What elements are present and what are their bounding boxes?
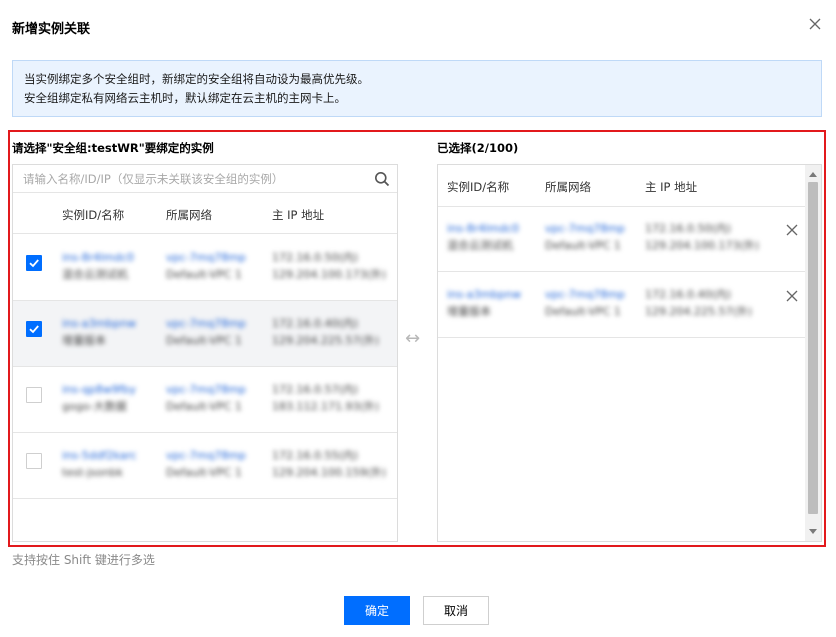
vpc-id[interactable]: vpc-7mq78mp [166, 449, 246, 463]
column-header-network: 所属网络 [545, 180, 591, 194]
multi-select-hint: 支持按住 Shift 键进行多选 [12, 553, 155, 567]
checkmark-icon [29, 259, 39, 268]
ip-private: 172.16.0.57(内) [272, 383, 359, 396]
ip-public: 183.112.171.93(外) [272, 400, 380, 413]
instance-id[interactable]: ins-8r4lmdc0 [62, 251, 134, 265]
scrollbar-thumb[interactable] [808, 182, 818, 514]
right-table-header: 实例ID/名称 所属网络 主 IP 地址 [438, 165, 821, 207]
instance-name: 混合云测试机 [447, 239, 513, 252]
column-header-ip: 主 IP 地址 [272, 208, 325, 222]
info-notice: 当实例绑定多个安全组时，新绑定的安全组将自动设为最高优先级。 安全组绑定私有网络… [12, 60, 822, 117]
row-checkbox[interactable] [26, 321, 42, 337]
row-checkbox[interactable] [26, 453, 42, 469]
scroll-up-icon[interactable] [809, 172, 817, 177]
selected-row: ins-8r4lmdc0 混合云测试机 vpc-7mq78mp Default-… [438, 206, 805, 272]
right-panel-title: 已选择(2/100) [437, 141, 519, 155]
column-header-id: 实例ID/名称 [62, 208, 125, 222]
ip-private: 172.16.0.40(内) [645, 288, 732, 301]
vpc-name: Default-VPC 1 [166, 334, 242, 347]
vpc-name: Default-VPC 1 [545, 239, 621, 252]
instance-source-panel: 实例ID/名称 所属网络 主 IP 地址 ins-8r4lmdc0 混合云测试机… [12, 164, 398, 542]
notice-line-2: 安全组绑定私有网络云主机时，默认绑定在云主机的主网卡上。 [24, 91, 346, 105]
vpc-name: Default-VPC 1 [545, 305, 621, 318]
vpc-id[interactable]: vpc-7mq78mp [545, 222, 625, 236]
instance-name: 混合云测试机 [62, 268, 128, 281]
instance-name: 增量版本 [447, 305, 491, 318]
table-row[interactable]: ins-a3mbpnw 增量版本 vpc-7mq78mp Default-VPC… [13, 301, 397, 367]
search-icon[interactable] [374, 171, 390, 187]
search-box [13, 165, 397, 193]
ip-public: 129.204.225.57(外) [645, 305, 753, 318]
vpc-id[interactable]: vpc-7mq78mp [545, 288, 625, 302]
ip-private: 172.16.0.50(内) [272, 251, 359, 264]
vpc-id[interactable]: vpc-7mq78mp [166, 251, 246, 265]
instance-id[interactable]: ins-a3mbpnw [62, 317, 136, 331]
scroll-down-icon[interactable] [809, 529, 817, 534]
vpc-name: Default-VPC 1 [166, 466, 242, 479]
scrollbar[interactable] [805, 165, 821, 541]
selected-row: ins-a3mbpnw 增量版本 vpc-7mq78mp Default-VPC… [438, 272, 805, 338]
table-row[interactable]: ins-qp8w9fby gogo-大数据 vpc-7mq78mp Defaul… [13, 367, 397, 433]
instance-id[interactable]: ins-qp8w9fby [62, 383, 136, 397]
ip-public: 129.204.100.173(外) [645, 239, 760, 252]
ip-public: 129.204.100.159(外) [272, 466, 387, 479]
remove-icon[interactable] [785, 289, 799, 303]
cancel-button[interactable]: 取消 [423, 596, 489, 625]
row-checkbox[interactable] [26, 255, 42, 271]
column-header-id: 实例ID/名称 [447, 180, 510, 194]
column-header-ip: 主 IP 地址 [645, 180, 698, 194]
vpc-id[interactable]: vpc-7mq78mp [166, 317, 246, 331]
instance-selected-panel: 实例ID/名称 所属网络 主 IP 地址 ins-8r4lmdc0 混合云测试机… [437, 164, 822, 542]
vpc-name: Default-VPC 1 [166, 400, 242, 413]
remove-icon[interactable] [785, 223, 799, 237]
instance-id[interactable]: ins-5ddf2karc [62, 449, 137, 463]
instance-name: gogo-大数据 [62, 400, 127, 413]
vpc-id[interactable]: vpc-7mq78mp [166, 383, 246, 397]
table-row[interactable]: ins-8r4lmdc0 混合云测试机 vpc-7mq78mp Default-… [13, 235, 397, 301]
left-table-header: 实例ID/名称 所属网络 主 IP 地址 [13, 193, 397, 234]
dialog-title: 新增实例关联 [12, 22, 91, 37]
instance-name: 增量版本 [62, 334, 106, 347]
ip-private: 172.16.0.40(内) [272, 317, 359, 330]
row-checkbox[interactable] [26, 387, 42, 403]
instance-id[interactable]: ins-a3mbpnw [447, 288, 521, 302]
left-panel-title: 请选择"安全组:testWR"要绑定的实例 [12, 141, 214, 155]
ip-public: 129.204.100.173(外) [272, 268, 387, 281]
vpc-name: Default-VPC 1 [166, 268, 242, 281]
column-header-network: 所属网络 [166, 208, 212, 222]
notice-line-1: 当实例绑定多个安全组时，新绑定的安全组将自动设为最高优先级。 [24, 72, 369, 86]
transfer-arrow-icon: ↔ [405, 328, 421, 349]
ip-private: 172.16.0.50(内) [645, 222, 732, 235]
checkmark-icon [29, 325, 39, 334]
ip-public: 129.204.225.57(外) [272, 334, 380, 347]
confirm-button[interactable]: 确定 [344, 596, 410, 625]
close-icon[interactable] [808, 17, 822, 31]
ip-private: 172.16.0.55(内) [272, 449, 359, 462]
instance-name: test-jsonbk [62, 466, 123, 479]
search-input[interactable] [13, 165, 397, 192]
table-row[interactable]: ins-5ddf2karc test-jsonbk vpc-7mq78mp De… [13, 433, 397, 499]
instance-id[interactable]: ins-8r4lmdc0 [447, 222, 519, 236]
